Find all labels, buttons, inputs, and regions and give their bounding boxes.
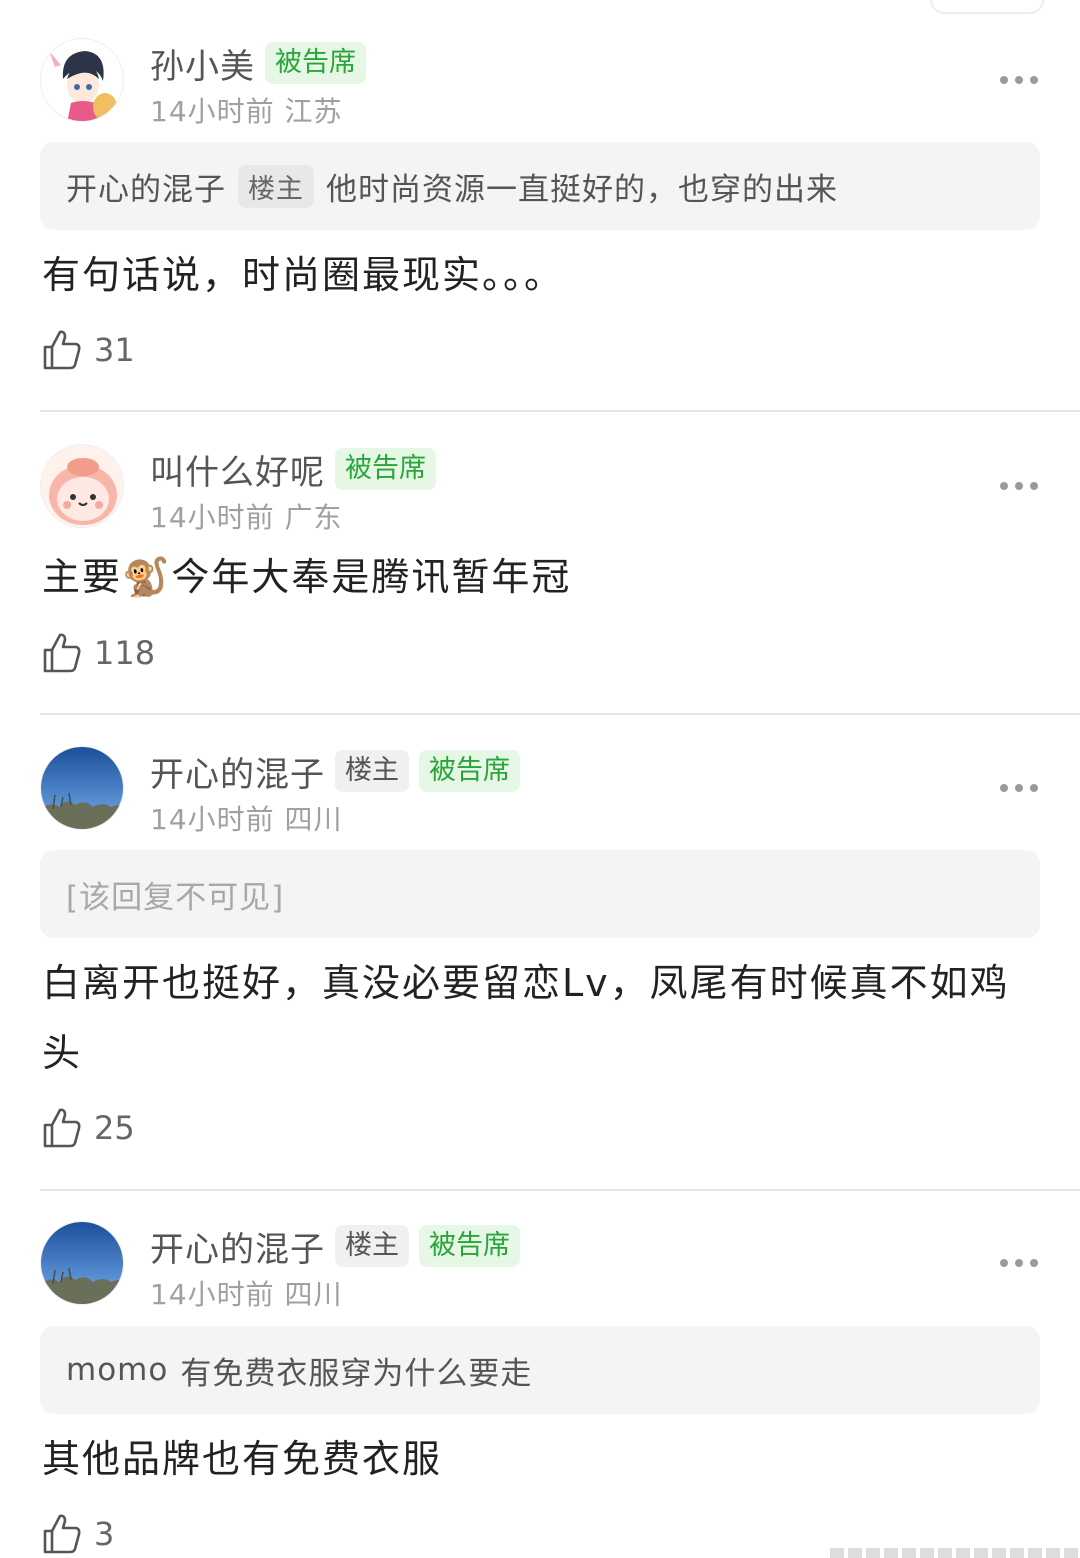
user-name[interactable]: 叫什么好呢 [150,445,325,494]
comment-body: 有句话说，时尚圈最现实。。。 [42,253,565,297]
comment-body: 其他品牌也有免费衣服 [42,1437,443,1481]
owner-badge: 楼主 [335,1225,409,1267]
name-row: 叫什么好呢 被告席 [150,445,436,494]
top-card-edge [930,0,1044,14]
divider [40,410,1080,412]
pink-blob-avatar-icon [41,445,123,527]
comment-meta: 14小时前 四川 [150,1273,343,1313]
location: 四川 [284,803,343,836]
owner-badge: 楼主 [238,164,314,208]
quote-text: 他时尚资源一直挺好的，也穿的出来 [326,171,838,208]
timestamp: 14小时前 [150,501,275,534]
like-count: 25 [94,1109,135,1147]
owner-badge: 楼主 [335,750,409,792]
thumbs-up-icon [43,330,81,370]
more-options-icon[interactable] [1000,75,1038,85]
like-button[interactable]: 118 [42,631,155,675]
avatar[interactable] [40,38,124,122]
like-count: 118 [94,634,156,672]
defendant-badge: 被告席 [335,448,436,490]
more-options-icon[interactable] [1000,1258,1038,1268]
quoted-reply[interactable]: [该回复不可见] [40,850,1040,938]
avatar[interactable] [40,1221,124,1305]
quote-author: momo [66,1352,169,1388]
timestamp: 14小时前 [150,95,275,128]
name-row: 开心的混子 楼主 被告席 [150,1222,520,1271]
like-button[interactable]: 31 [42,328,135,372]
divider [40,1189,1080,1191]
user-name[interactable]: 开心的混子 [150,1222,325,1271]
like-button[interactable]: 25 [42,1106,135,1150]
quote-text: [该回复不可见] [66,879,285,916]
name-row: 孙小美 被告席 [150,39,366,88]
like-button[interactable]: 3 [42,1512,114,1556]
comment-meta: 14小时前 江苏 [150,90,343,130]
quoted-reply[interactable]: momo 有免费衣服穿为什么要走 [40,1326,1040,1414]
blue-sky-avatar-icon [41,747,123,829]
defendant-badge: 被告席 [419,750,520,792]
scrollbar[interactable] [830,1548,1080,1558]
thumbs-up-icon [43,1514,81,1554]
comment-body: 白离开也挺好，真没必要留恋Lv，凤尾有时候真不如鸡头 [42,961,1010,1075]
quote-text: 有免费衣服穿为什么要走 [180,1355,533,1392]
blue-sky-avatar-icon [41,1222,123,1304]
location: 江苏 [284,95,343,128]
comment-body: 主要🐒今年大奉是腾讯暂年冠 [42,542,1042,612]
name-row: 开心的混子 楼主 被告席 [150,747,520,796]
comment-meta: 14小时前 四川 [150,798,343,838]
more-options-icon[interactable] [1000,481,1038,491]
body-prefix: 主要 [42,555,123,599]
thumbs-up-icon [43,633,81,673]
defendant-badge: 被告席 [419,1225,520,1267]
thumbs-up-icon [43,1108,81,1148]
avatar[interactable] [40,746,124,830]
monkey-emoji-icon: 🐒 [122,555,172,599]
comment-meta: 14小时前 广东 [150,496,343,536]
anime-girl-avatar-icon [41,39,123,121]
timestamp: 14小时前 [150,1278,275,1311]
body-suffix: 今年大奉是腾讯暂年冠 [171,555,572,599]
quote-author: 开心的混子 [66,171,226,208]
divider [40,713,1080,715]
avatar[interactable] [40,444,124,528]
defendant-badge: 被告席 [265,42,366,84]
timestamp: 14小时前 [150,803,275,836]
user-name[interactable]: 孙小美 [150,39,255,88]
location: 广东 [284,501,343,534]
location: 四川 [284,1278,343,1311]
quoted-reply[interactable]: 开心的混子 楼主 他时尚资源一直挺好的，也穿的出来 [40,142,1040,230]
more-options-icon[interactable] [1000,783,1038,793]
user-name[interactable]: 开心的混子 [150,747,325,796]
like-count: 3 [94,1515,115,1553]
like-count: 31 [94,331,135,369]
